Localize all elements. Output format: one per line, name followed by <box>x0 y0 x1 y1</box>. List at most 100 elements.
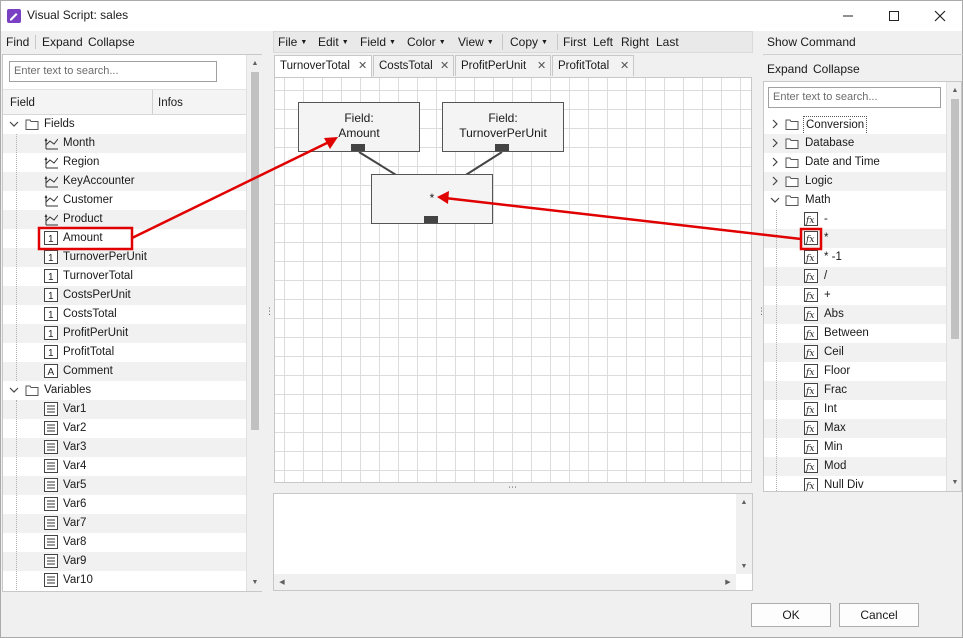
math-function-item[interactable]: fx / <box>764 267 946 286</box>
output-port[interactable] <box>495 144 509 151</box>
variable-list-item[interactable]: Var3 <box>3 438 246 457</box>
nav-right-button[interactable]: Right <box>621 35 649 49</box>
field-list-item[interactable]: A Comment <box>3 362 246 381</box>
math-function-item[interactable]: fx + <box>764 286 946 305</box>
math-function-item[interactable]: fx Int <box>764 400 946 419</box>
field-list-item[interactable]: 1 CostsTotal <box>3 305 246 324</box>
node-field-turnoverperunit[interactable]: Field: TurnoverPerUnit <box>442 102 564 152</box>
maximize-button[interactable] <box>871 1 917 31</box>
nav-left-button[interactable]: Left <box>593 35 613 49</box>
left-splitter[interactable]: ⋮ <box>265 306 274 317</box>
collapse-chevron-icon[interactable] <box>9 383 23 397</box>
find-button[interactable]: Find <box>6 35 29 49</box>
tab-close-icon[interactable]: ✕ <box>537 59 546 72</box>
tab-turnovertotal[interactable]: TurnoverTotal ✕ <box>274 55 372 77</box>
math-function-item[interactable]: fx Abs <box>764 305 946 324</box>
field-column-label[interactable]: Field <box>10 97 35 109</box>
math-function-item[interactable]: fx Frac <box>764 381 946 400</box>
command-text-area[interactable]: ▲ ▼ ◀ ▶ <box>273 493 753 591</box>
tab-close-icon[interactable]: ✕ <box>440 59 449 72</box>
command-category[interactable]: Math <box>764 191 946 210</box>
field-list-item[interactable]: Customer <box>3 191 246 210</box>
nav-last-button[interactable]: Last <box>656 35 679 49</box>
expand-button[interactable]: Expand <box>767 62 808 76</box>
tab-profittotal[interactable]: ProfitTotal ✕ <box>552 55 634 76</box>
tab-profitperunit[interactable]: ProfitPerUnit ✕ <box>455 55 551 76</box>
menu-copy[interactable]: Copy ▼ <box>510 35 548 49</box>
expand-chevron-icon[interactable] <box>770 117 784 131</box>
node-field-amount[interactable]: Field: Amount <box>298 102 420 152</box>
minimize-button[interactable] <box>825 1 871 31</box>
text-area-vscroll[interactable]: ▲ ▼ <box>736 494 752 574</box>
expand-chevron-icon[interactable] <box>770 174 784 188</box>
variable-list-item[interactable]: Var2 <box>3 419 246 438</box>
field-list-item[interactable]: Month <box>3 134 246 153</box>
commands-search-input[interactable]: Enter text to search... <box>768 87 941 108</box>
variable-list-item[interactable]: Var1 <box>3 400 246 419</box>
math-function-item[interactable]: fx Null Div <box>764 476 946 491</box>
show-command-button[interactable]: Show Command <box>767 35 856 49</box>
commands-scrollbar[interactable]: ▲ ▼ <box>946 82 961 491</box>
infos-column-label[interactable]: Infos <box>158 97 183 109</box>
scroll-right-icon[interactable]: ▶ <box>720 574 736 590</box>
math-function-item[interactable]: fx * <box>764 229 946 248</box>
math-function-item[interactable]: fx Floor <box>764 362 946 381</box>
fields-search-input[interactable]: Enter text to search... <box>9 61 217 82</box>
collapse-chevron-icon[interactable] <box>9 117 23 131</box>
field-list-item[interactable]: 1 CostsPerUnit <box>3 286 246 305</box>
scroll-down-icon[interactable]: ▼ <box>736 558 752 574</box>
variable-list-item[interactable]: Var5 <box>3 476 246 495</box>
math-function-item[interactable]: fx Between <box>764 324 946 343</box>
command-category[interactable]: Conversion <box>764 115 946 135</box>
collapse-button[interactable]: Collapse <box>813 62 860 76</box>
field-list-item[interactable]: 1 TurnoverPerUnit <box>3 248 246 267</box>
scroll-down-icon[interactable]: ▼ <box>247 574 263 590</box>
field-list-item[interactable]: 1 TurnoverTotal <box>3 267 246 286</box>
cancel-button[interactable]: Cancel <box>839 603 919 627</box>
close-button[interactable] <box>917 1 963 31</box>
math-function-item[interactable]: fx - <box>764 210 946 229</box>
field-list-item[interactable]: Region <box>3 153 246 172</box>
field-list-item[interactable]: 1 Amount <box>3 229 246 248</box>
menu-edit[interactable]: Edit ▼ <box>318 35 349 49</box>
bottom-splitter[interactable]: ⋯ <box>508 482 517 493</box>
math-function-item[interactable]: fx Mod <box>764 457 946 476</box>
menu-color[interactable]: Color ▼ <box>407 35 446 49</box>
collapse-button[interactable]: Collapse <box>88 35 135 49</box>
math-function-item[interactable]: fx Min <box>764 438 946 457</box>
variable-list-item[interactable]: Var10 <box>3 571 246 590</box>
fields-scrollbar[interactable]: ▲ ▼ <box>246 55 262 591</box>
variable-list-item[interactable]: Var9 <box>3 552 246 571</box>
scroll-left-icon[interactable]: ◀ <box>274 574 290 590</box>
math-function-item[interactable]: fx * -1 <box>764 248 946 267</box>
command-category[interactable]: Database <box>764 134 946 153</box>
tab-close-icon[interactable]: ✕ <box>620 59 629 72</box>
expand-button[interactable]: Expand <box>42 35 83 49</box>
scroll-thumb[interactable] <box>951 99 959 339</box>
tree-folder-variables[interactable]: Variables <box>3 381 246 400</box>
scroll-down-icon[interactable]: ▼ <box>947 474 963 490</box>
ok-button[interactable]: OK <box>751 603 831 627</box>
output-port[interactable] <box>424 216 438 223</box>
tab-close-icon[interactable]: ✕ <box>358 59 367 72</box>
variable-list-item[interactable]: Var8 <box>3 533 246 552</box>
scroll-thumb[interactable] <box>251 72 259 430</box>
script-canvas[interactable]: Field: Amount Field: TurnoverPerUnit * <box>274 77 752 483</box>
node-multiply[interactable]: * <box>371 174 493 224</box>
field-list-item[interactable]: Product <box>3 210 246 229</box>
field-list-item[interactable]: KeyAccounter <box>3 172 246 191</box>
collapse-chevron-icon[interactable] <box>770 193 784 207</box>
expand-chevron-icon[interactable] <box>770 136 784 150</box>
math-function-item[interactable]: fx Ceil <box>764 343 946 362</box>
command-category[interactable]: Logic <box>764 172 946 191</box>
command-category[interactable]: Date and Time <box>764 153 946 172</box>
variable-list-item[interactable]: Var6 <box>3 495 246 514</box>
expand-chevron-icon[interactable] <box>770 155 784 169</box>
variable-list-item[interactable]: Var7 <box>3 514 246 533</box>
field-list-item[interactable]: 1 ProfitPerUnit <box>3 324 246 343</box>
field-list-item[interactable]: 1 ProfitTotal <box>3 343 246 362</box>
scroll-up-icon[interactable]: ▲ <box>947 82 963 98</box>
menu-view[interactable]: View ▼ <box>458 35 494 49</box>
menu-file[interactable]: File ▼ <box>278 35 307 49</box>
scroll-up-icon[interactable]: ▲ <box>247 55 263 71</box>
